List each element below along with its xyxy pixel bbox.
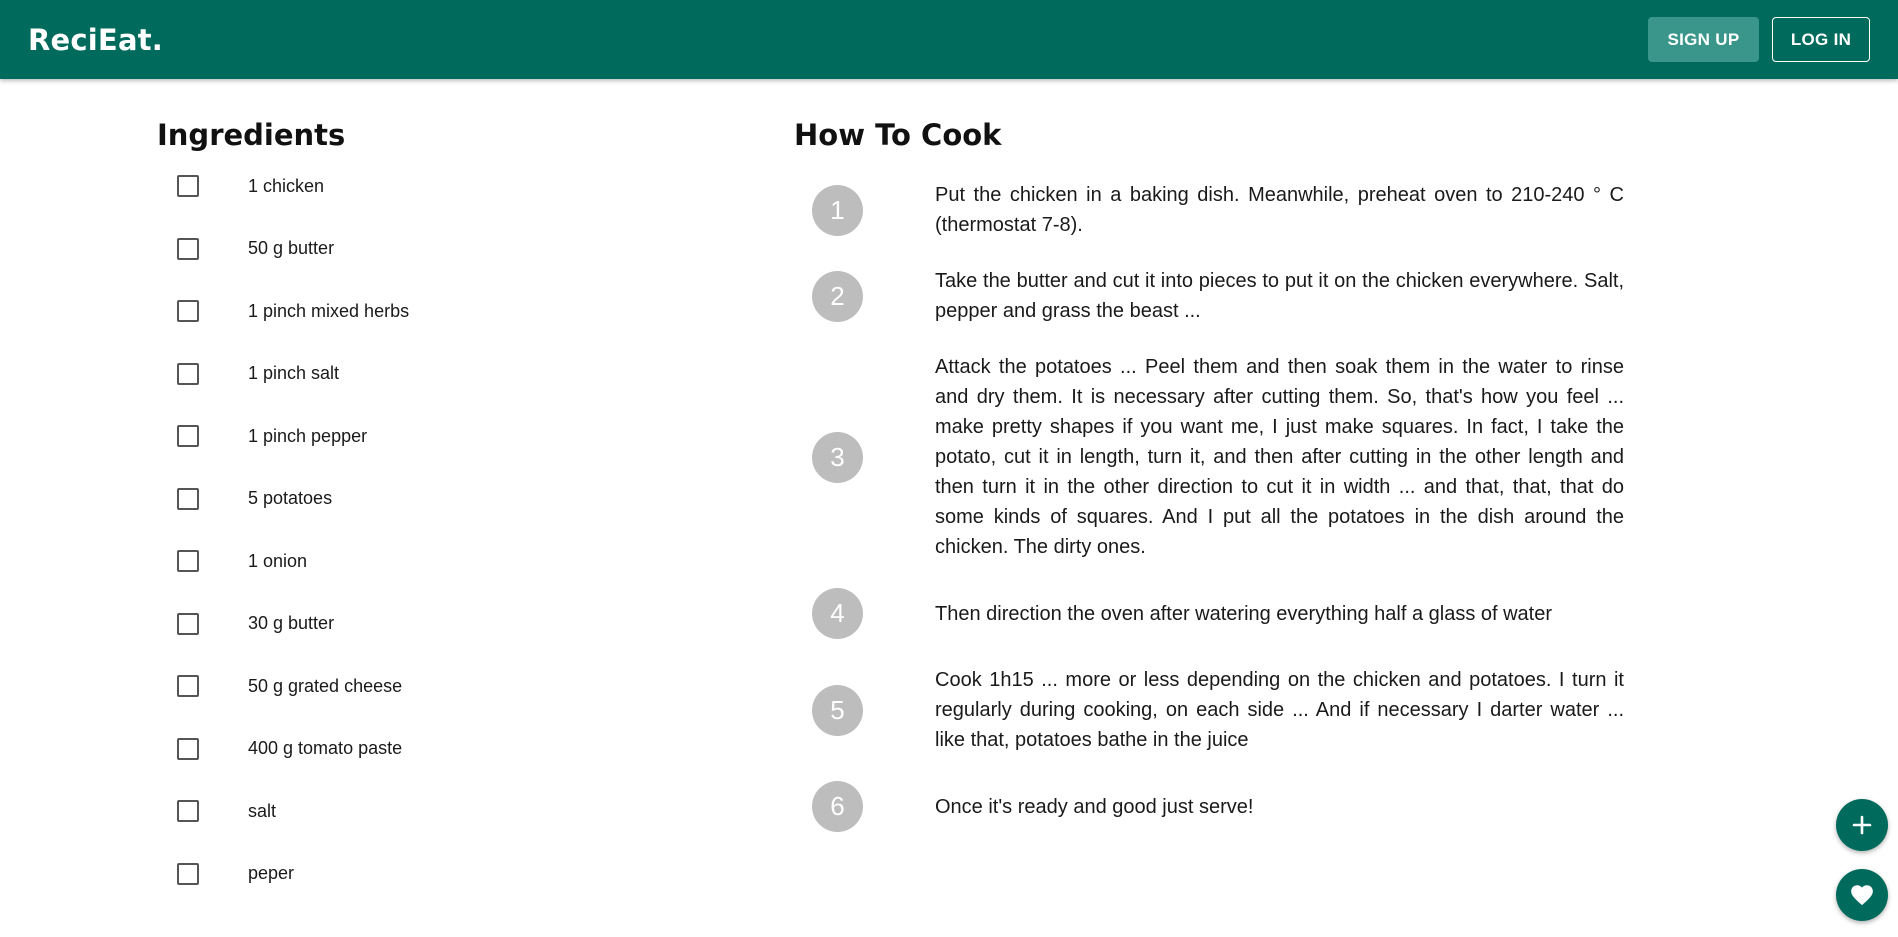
ingredient-label: 1 onion — [248, 550, 308, 571]
ingredient-item: 1 pinch mixed herbs — [157, 280, 409, 343]
ingredient-item: 5 potatoes — [157, 468, 409, 531]
ingredient-checkbox[interactable] — [177, 800, 199, 823]
login-button[interactable]: LOG IN — [1772, 17, 1870, 62]
ingredient-checkbox[interactable] — [177, 612, 199, 635]
step-text: Attack the potatoes ... Peel them and th… — [935, 356, 1624, 558]
ingredient-item: 50 g butter — [157, 218, 409, 281]
ingredient-label: 5 potatoes — [248, 488, 333, 509]
ingredient-item: 1 pinch pepper — [157, 405, 409, 468]
auth-buttons: SIGN UP LOG IN — [1648, 17, 1870, 62]
brand-logo[interactable]: ReciEat. — [28, 23, 163, 57]
ingredient-label: 30 g butter — [248, 613, 335, 634]
signup-button[interactable]: SIGN UP — [1648, 17, 1759, 62]
how-to-cook-title: How To Cook — [794, 118, 1002, 152]
step-number: 4 — [812, 588, 863, 639]
ingredient-item: 1 chicken — [157, 155, 409, 218]
cooking-step: 6 Once it's ready and good just serve! — [812, 781, 1624, 832]
ingredient-item: 1 pinch salt — [157, 343, 409, 406]
ingredient-item: salt — [157, 780, 409, 843]
ingredient-checkbox[interactable] — [177, 487, 199, 510]
ingredient-item: 30 g butter — [157, 593, 409, 656]
ingredient-label: 50 g butter — [248, 238, 335, 259]
ingredient-label: 1 chicken — [248, 175, 325, 196]
ingredient-label: 1 pinch pepper — [248, 425, 368, 446]
favorites-button[interactable] — [1836, 869, 1888, 921]
ingredient-checkbox[interactable] — [177, 237, 199, 260]
cooking-step: 2 Take the butter and cut it into pieces… — [812, 266, 1624, 326]
step-text: Cook 1h15 ... more or less depending on … — [935, 669, 1624, 751]
step-text: Take the butter and cut it into pieces t… — [935, 270, 1624, 322]
ingredient-checkbox[interactable] — [177, 300, 199, 323]
step-number: 5 — [812, 684, 863, 736]
ingredient-item: peper — [157, 843, 409, 906]
ingredient-checkbox[interactable] — [177, 862, 199, 885]
ingredient-checkbox[interactable] — [177, 550, 199, 573]
cooking-step: 4 Then direction the oven after watering… — [812, 588, 1624, 639]
ingredient-checkbox[interactable] — [177, 425, 199, 448]
ingredient-checkbox[interactable] — [177, 362, 199, 385]
cooking-steps: 1 Put the chicken in a baking dish. Mean… — [812, 180, 1624, 858]
ingredients-list: 1 chicken 50 g butter 1 pinch mixed herb… — [157, 155, 409, 905]
ingredient-checkbox[interactable] — [177, 675, 199, 698]
ingredients-title: Ingredients — [157, 118, 346, 152]
ingredient-label: 1 pinch salt — [248, 363, 340, 384]
step-number: 1 — [812, 184, 863, 236]
ingredient-item: 50 g grated cheese — [157, 655, 409, 718]
step-number: 6 — [812, 781, 863, 832]
step-number: 3 — [812, 431, 863, 483]
step-number: 2 — [812, 270, 863, 322]
step-text: Then direction the oven after watering e… — [935, 602, 1553, 625]
ingredient-label: 1 pinch mixed herbs — [248, 300, 410, 321]
ingredient-label: 50 g grated cheese — [248, 675, 403, 696]
ingredient-checkbox[interactable] — [177, 175, 199, 198]
ingredient-checkbox[interactable] — [177, 737, 199, 760]
step-text: Once it's ready and good just serve! — [935, 795, 1254, 818]
cooking-step: 5 Cook 1h15 ... more or less depending o… — [812, 665, 1624, 755]
cooking-step: 3 Attack the potatoes ... Peel them and … — [812, 352, 1624, 562]
heart-icon — [1851, 885, 1873, 906]
ingredient-label: 400 g tomato paste — [248, 738, 403, 759]
ingredient-item: 400 g tomato paste — [157, 718, 409, 781]
ingredient-item: 1 onion — [157, 530, 409, 593]
step-text: Put the chicken in a baking dish. Meanwh… — [935, 184, 1624, 236]
add-recipe-button[interactable] — [1836, 799, 1888, 851]
ingredient-label: peper — [248, 863, 295, 884]
cooking-step: 1 Put the chicken in a baking dish. Mean… — [812, 180, 1624, 240]
plus-icon — [1852, 815, 1872, 835]
app-bar: ReciEat. SIGN UP LOG IN — [0, 0, 1898, 79]
ingredient-label: salt — [248, 800, 277, 821]
